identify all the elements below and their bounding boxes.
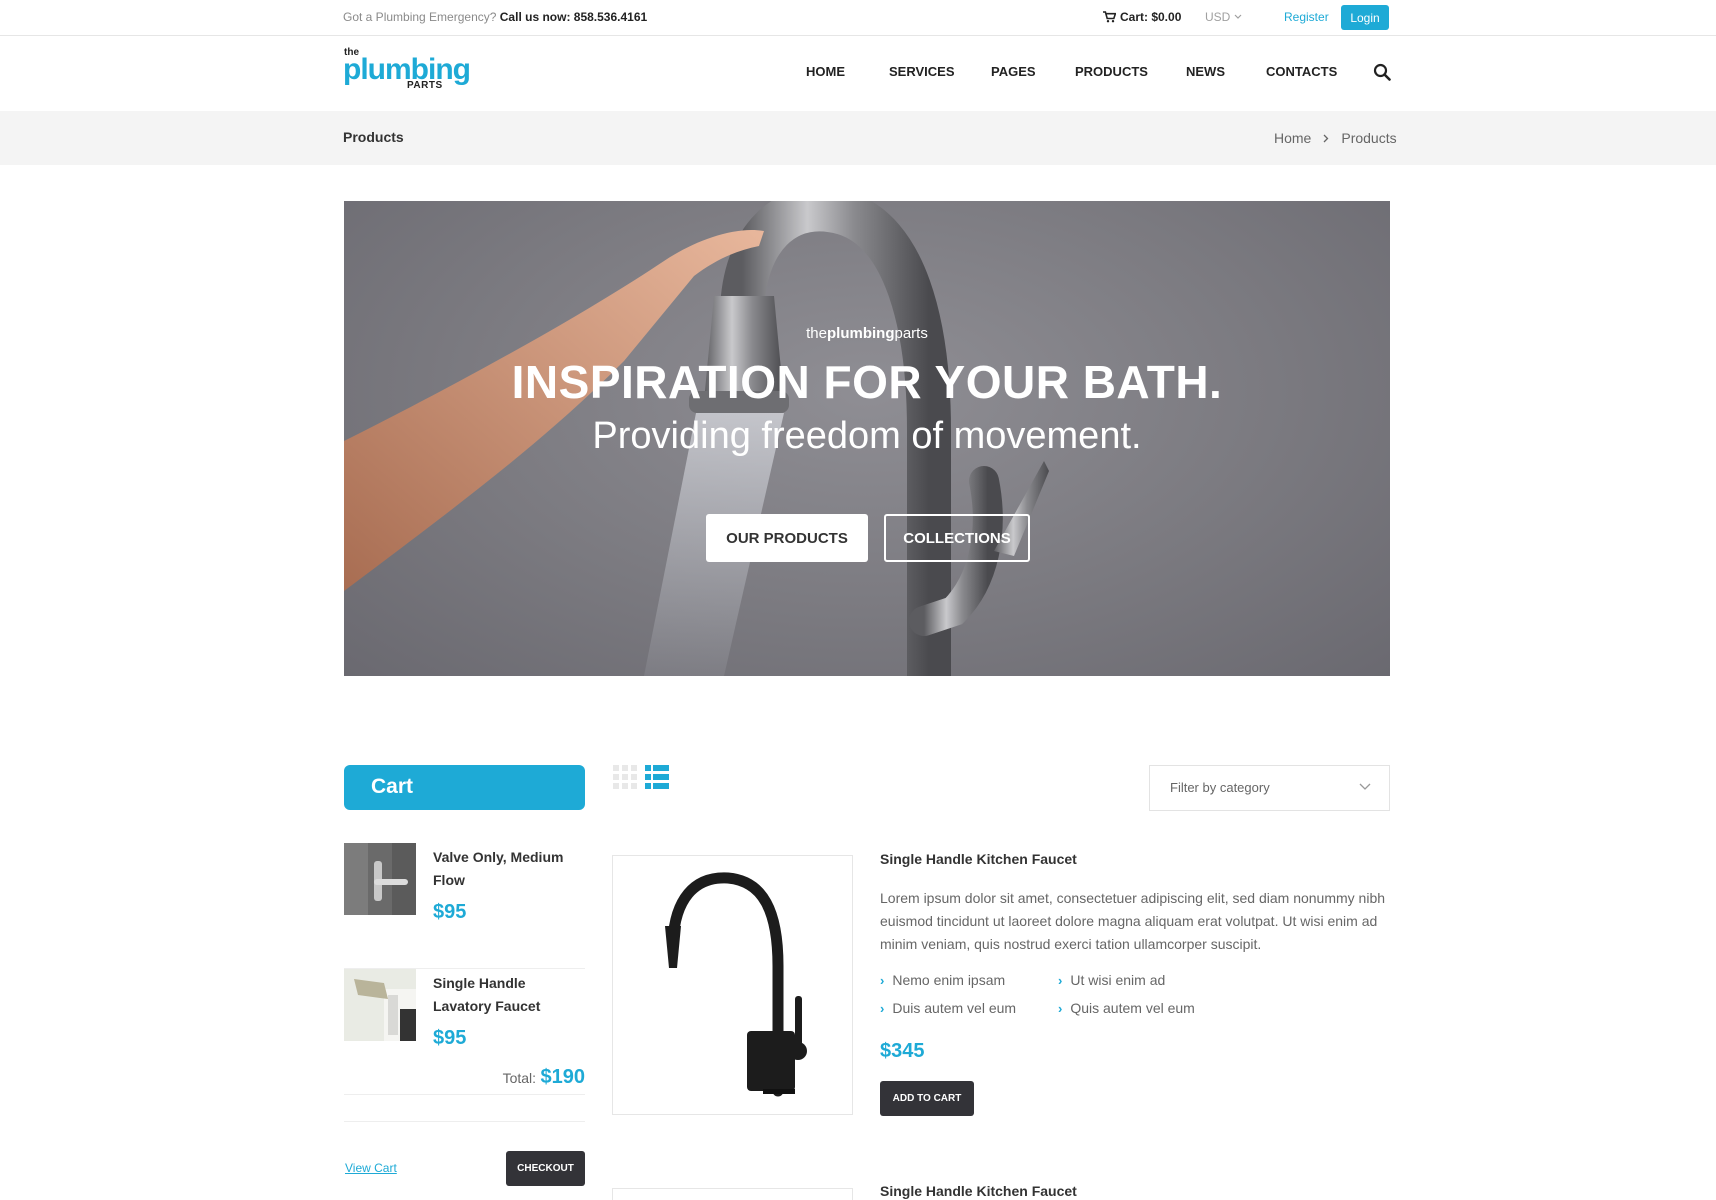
hero-brand: theplumbingparts: [344, 325, 1390, 342]
our-products-button[interactable]: OUR PRODUCTS: [706, 514, 868, 562]
product-feature: › Nemo enim ipsam: [880, 972, 1005, 988]
chevron-right-icon: ›: [880, 1000, 885, 1016]
cart-item-price: $95: [433, 901, 467, 923]
top-bar: Got a Plumbing Emergency? Call us now: 8…: [0, 0, 1716, 36]
hero-headline: INSPIRATION FOR YOUR BATH.: [511, 356, 1223, 408]
breadcrumb-bar: Products Home Products: [0, 111, 1716, 165]
cart-widget-header: Cart: [344, 765, 585, 810]
cart-item-name[interactable]: Valve Only, Medium Flow: [433, 846, 583, 892]
cart-total-label: Total:: [502, 1070, 537, 1086]
top-cart-link[interactable]: Cart: $0.00: [1103, 10, 1181, 24]
chevron-right-icon: [1323, 134, 1329, 142]
grid-view-icon[interactable]: [613, 765, 637, 789]
category-filter-select[interactable]: Filter by category: [1149, 765, 1390, 811]
currency-value: USD: [1205, 10, 1231, 24]
breadcrumb: Home Products: [1274, 130, 1397, 146]
hero-brand-plumbing: plumbing: [827, 325, 895, 342]
hero-subheadline: Providing freedom of movement.: [592, 415, 1142, 457]
kitchen-faucet-image: [665, 872, 807, 1097]
nav-services[interactable]: SERVICES: [889, 64, 955, 79]
breadcrumb-home[interactable]: Home: [1274, 130, 1311, 146]
cart-icon: [1103, 11, 1116, 23]
hero-banner: theplumbingparts INSPIRATION FOR YOUR BA…: [344, 201, 1390, 676]
emergency-notice: Got a Plumbing Emergency? Call us now: 8…: [343, 10, 647, 24]
hero-brand-parts: parts: [894, 325, 928, 342]
chevron-down-icon: [1234, 14, 1242, 19]
nav-pages[interactable]: PAGES: [991, 64, 1036, 79]
product-price: $345: [880, 1040, 925, 1062]
chevron-down-icon: [1359, 783, 1371, 790]
product-feature-text: Quis autem vel eum: [1070, 1000, 1195, 1016]
register-link[interactable]: Register: [1284, 10, 1329, 24]
chevron-right-icon: ›: [880, 972, 885, 988]
login-button[interactable]: Login: [1341, 5, 1389, 30]
cart-item-thumbnail[interactable]: [344, 969, 416, 1041]
product-feature-text: Nemo enim ipsam: [892, 972, 1006, 988]
nav-contacts[interactable]: CONTACTS: [1266, 64, 1337, 79]
product-feature-text: Duis autem vel eum: [892, 1000, 1017, 1016]
category-filter-value: Filter by category: [1170, 780, 1270, 795]
hero-brand-the: the: [806, 325, 827, 342]
product-feature: › Quis autem vel eum: [1058, 1000, 1195, 1016]
cart-item: Valve Only, Medium Flow $95: [344, 843, 585, 969]
top-cart-text: Cart: $0.00: [1120, 10, 1182, 24]
main-header: the plumbing PARTS HOME SERVICES PAGES P…: [0, 36, 1716, 111]
cart-item-name[interactable]: Single Handle Lavatory Faucet: [433, 972, 583, 1018]
list-view-icon[interactable]: [645, 765, 669, 789]
call-number[interactable]: Call us now: 858.536.4161: [500, 10, 647, 24]
checkout-button[interactable]: CHECKOUT: [506, 1151, 585, 1186]
chevron-right-icon: ›: [1058, 1000, 1063, 1016]
cart-item-price: $95: [433, 1027, 467, 1049]
product-title[interactable]: Single Handle Kitchen Faucet: [880, 851, 1077, 867]
product-title[interactable]: Single Handle Kitchen Faucet: [880, 1183, 1077, 1199]
breadcrumb-current: Products: [1341, 130, 1397, 146]
search-icon[interactable]: [1373, 63, 1391, 81]
nav-news[interactable]: NEWS: [1186, 64, 1225, 79]
cart-widget-title: Cart: [371, 775, 414, 798]
product-feature-text: Ut wisi enim ad: [1070, 972, 1166, 988]
product-image[interactable]: [612, 1188, 853, 1200]
cart-total: Total: $190: [344, 1066, 585, 1122]
product-feature: › Duis autem vel eum: [880, 1000, 1016, 1016]
cart-total-value: $190: [540, 1066, 586, 1088]
product-description: Lorem ipsum dolor sit amet, consectetuer…: [880, 890, 1386, 952]
product-feature: › Ut wisi enim ad: [1058, 972, 1165, 988]
product-image[interactable]: [612, 855, 853, 1115]
logo-parts: PARTS: [407, 80, 443, 91]
emergency-text: Got a Plumbing Emergency?: [343, 10, 497, 24]
currency-select[interactable]: USD: [1205, 10, 1242, 24]
nav-home[interactable]: HOME: [806, 64, 845, 79]
site-logo[interactable]: the plumbing PARTS: [343, 47, 471, 93]
chevron-right-icon: ›: [1058, 972, 1063, 988]
collections-button[interactable]: COLLECTIONS: [884, 514, 1030, 562]
cart-item-thumbnail[interactable]: [344, 843, 416, 915]
add-to-cart-button[interactable]: ADD TO CART: [880, 1081, 974, 1116]
page-title: Products: [343, 129, 404, 145]
view-cart-link[interactable]: View Cart: [345, 1161, 397, 1175]
nav-products[interactable]: PRODUCTS: [1075, 64, 1148, 79]
